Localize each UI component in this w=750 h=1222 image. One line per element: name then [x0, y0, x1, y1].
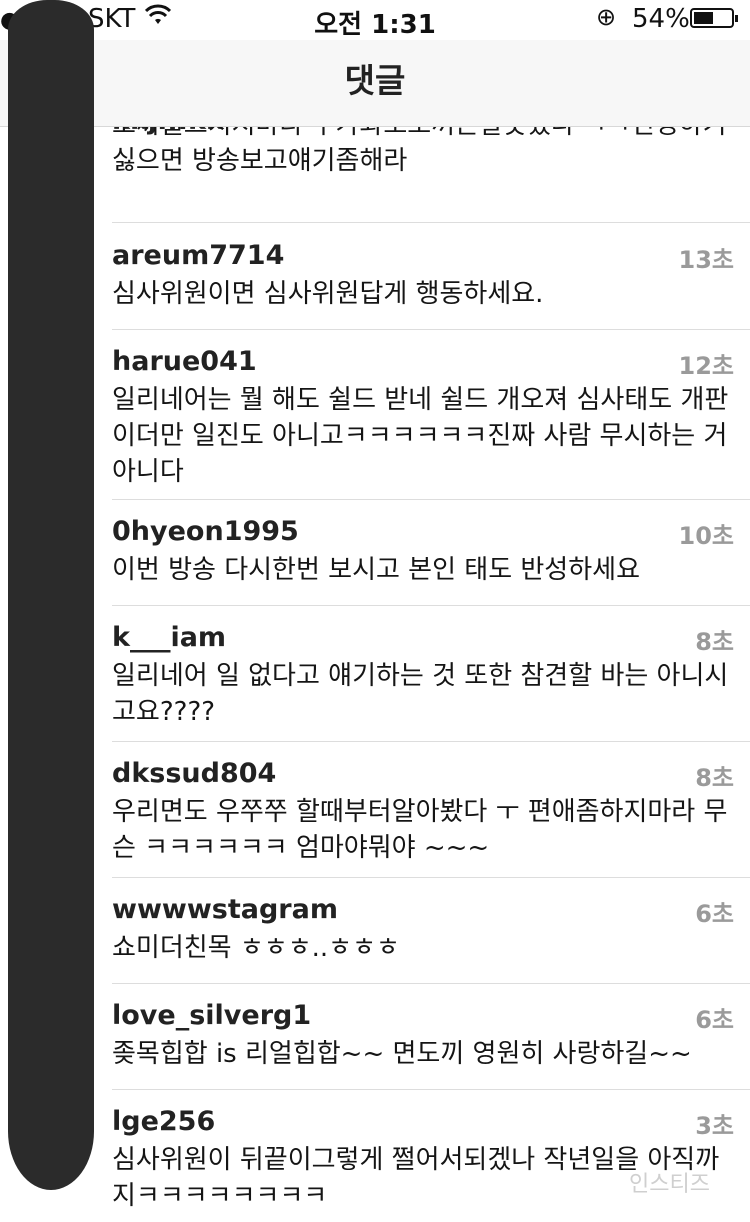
- comment-row[interactable]: love_silverg1 6초 좆목힙합 is 리얼힙합~~ 면도끼 영원히 …: [0, 984, 750, 1090]
- comment-time: 8초: [695, 628, 734, 656]
- comment-row[interactable]: areum7714 13초 심사위원이면 심사위원답게 행동하세요.: [0, 224, 750, 330]
- comment-username[interactable]: k___iam: [112, 622, 226, 653]
- comment-row[interactable]: wwwwstagram 6초 쇼미더친목 ㅎㅎㅎ..ㅎㅎㅎ: [0, 878, 750, 984]
- comment-time: 6초: [695, 1006, 734, 1034]
- watermark: 인스티즈: [629, 1172, 710, 1197]
- comment-time: 6초: [695, 900, 734, 928]
- battery-percent: 54%: [632, 4, 690, 34]
- comment-username[interactable]: dkssud804: [112, 758, 276, 789]
- comment-text: 심사위원이면 심사위원답게 행동하세요.: [112, 279, 544, 309]
- comment-username[interactable]: love_silverg1: [112, 1000, 311, 1031]
- comment-text: 도끼쉴드치지마라 누가봐도도끼는잘못했다 ㅋㅋ인정하기싫으면 방송보고얘기좀해라: [112, 127, 727, 176]
- comment-text: 좆목힙합 is 리얼힙합~~ 면도끼 영원히 사랑하길~~: [112, 1039, 692, 1069]
- comment-text: 쇼미더친목 ㅎㅎㅎ..ㅎㅎㅎ: [112, 933, 400, 963]
- comment-text: 우리면도 우쭈쭈 할때부터알아봤다 ㅜ 편애좀하지마라 무슨 ㅋㅋㅋㅋㅋㅋ 엄마…: [112, 797, 728, 863]
- comment-username[interactable]: 0hyeon1995: [112, 516, 299, 547]
- status-bar: ●●●●● SKT 오전 1:31 ⊕ 54%: [0, 0, 750, 40]
- comment-text: 일리네어 일 없다고 얘기하는 것 또한 참견할 바는 아니시고요????: [112, 661, 729, 727]
- comment-time: 12초: [678, 352, 734, 380]
- battery-icon: [690, 8, 738, 28]
- redaction-mark: [8, 0, 94, 1190]
- comment-row[interactable]: lge256 3초 심사위원이 뒤끝이그렇게 쩔어서되겠나 작년일을 아직까지ㅋ…: [0, 1090, 750, 1222]
- battery-fill: [694, 12, 714, 24]
- comment-time: 13초: [678, 246, 734, 274]
- comment-username[interactable]: harue041: [112, 346, 257, 377]
- comment-username[interactable]: areum7714: [112, 240, 284, 271]
- nav-title: 댓글: [0, 40, 750, 127]
- comment-row[interactable]: k___iam 8초 일리네어 일 없다고 얘기하는 것 또한 참견할 바는 아…: [0, 606, 750, 742]
- comment-time: 10초: [678, 522, 734, 550]
- comment-text: 이번 방송 다시한번 보시고 본인 태도 반성하세요: [112, 555, 640, 585]
- comment-username[interactable]: wwwwstagram: [112, 894, 338, 925]
- comment-row[interactable]: harue041 12초 일리네어는 뭘 해도 쉴드 받네 쉴드 개오져 심사태…: [0, 330, 750, 500]
- comments-list[interactable]: kkj...kk 도끼쉴드치지마라 누가봐도도끼는잘못했다 ㅋㅋ인정하기싫으면 …: [0, 127, 750, 1222]
- comment-row[interactable]: dkssud804 8초 우리면도 우쭈쭈 할때부터알아봤다 ㅜ 편애좀하지마라…: [0, 742, 750, 878]
- comment-text: 일리네어는 뭘 해도 쉴드 받네 쉴드 개오져 심사태도 개판이더만 일진도 아…: [112, 385, 729, 487]
- comment-row[interactable]: kkj...kk 도끼쉴드치지마라 누가봐도도끼는잘못했다 ㅋㅋ인정하기싫으면 …: [0, 127, 750, 223]
- comment-time: 3초: [695, 1112, 734, 1140]
- comment-time: 8초: [695, 764, 734, 792]
- comment-row[interactable]: 0hyeon1995 10초 이번 방송 다시한번 보시고 본인 태도 반성하세…: [0, 500, 750, 606]
- comment-username[interactable]: lge256: [112, 1106, 215, 1137]
- rotation-lock-icon: ⊕: [596, 3, 617, 31]
